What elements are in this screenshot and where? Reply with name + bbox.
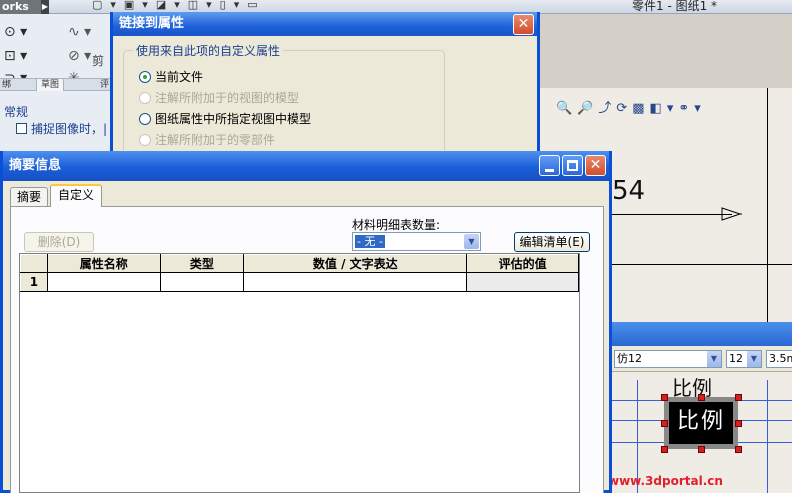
- row-number[interactable]: 1: [20, 272, 48, 292]
- link-to-property-dialog: 链接到属性 ✕ 使用来自此项的自定义属性 当前文件 注解所附加于的视图的模型 图…: [110, 12, 540, 172]
- quick-access-toolbar[interactable]: ▢▾▣▾◪▾◫▾▯▾▭: [92, 0, 266, 10]
- bom-quantity-select[interactable]: - 无 - ▼: [352, 232, 481, 251]
- radio-view-model[interactable]: 注解所附加于的视图的模型: [139, 89, 299, 106]
- radio-sheet-view-model[interactable]: 图纸属性中所指定视图中模型: [139, 110, 311, 127]
- bom-quantity-value: - 无 -: [355, 235, 385, 248]
- title-block-line: [612, 420, 664, 421]
- radio-label: 注解所附加于的视图的模型: [155, 91, 300, 105]
- font-size-select[interactable]: 12 ▼: [726, 350, 762, 368]
- command-manager-tabs: 绑 草图 评: [0, 78, 110, 91]
- formatting-toolbar: 仿12 ▼ 12 ▼ 3.5m: [612, 346, 792, 372]
- group-legend: 使用来自此项的自定义属性: [133, 42, 284, 59]
- circle-tool-icon[interactable]: ⊙ ▾: [4, 24, 27, 40]
- chevron-down-icon[interactable]: ▼: [707, 351, 721, 367]
- selection-handle[interactable]: [735, 394, 742, 401]
- font-size-value: 12: [729, 352, 743, 365]
- selection-handle[interactable]: [661, 420, 668, 427]
- selection-handle[interactable]: [698, 394, 705, 401]
- radio-current-file[interactable]: 当前文件: [139, 68, 203, 85]
- text-height-select[interactable]: 3.5m: [766, 350, 792, 368]
- chevron-down-icon[interactable]: ▼: [747, 351, 761, 367]
- radio-icon[interactable]: [139, 134, 151, 146]
- scale-note-selected[interactable]: 比例: [664, 397, 738, 449]
- radio-label: 图纸属性中所指定视图中模型: [155, 112, 312, 126]
- row-header-corner: [20, 254, 48, 273]
- selection-handle[interactable]: [661, 394, 668, 401]
- capture-image-checkbox[interactable]: 捕捉图像时，|: [16, 120, 107, 137]
- app-brand: orks: [0, 0, 42, 14]
- dimension-arrow-icon: [721, 207, 742, 221]
- radio-component[interactable]: 注解所附加于的零部件: [139, 131, 275, 148]
- title-block-line: [767, 380, 768, 493]
- tab-sketch[interactable]: 草图: [36, 79, 65, 91]
- summary-dialog-title: 摘要信息: [9, 158, 62, 173]
- close-icon[interactable]: ✕: [585, 155, 606, 176]
- edit-list-button[interactable]: 编辑清单(E): [514, 232, 590, 252]
- checkbox-box[interactable]: [16, 123, 27, 134]
- view-toolbar[interactable]: 🔍🔎⤴⟳▩◧▾⚭▾: [556, 97, 706, 116]
- capture-image-label: 捕捉图像时，: [31, 122, 104, 136]
- document-title: 零件1 - 图纸1 *: [632, 0, 718, 13]
- column-header-value[interactable]: 数值 / 文字表达: [243, 254, 468, 273]
- property-section-title: 常规: [4, 105, 29, 119]
- column-header-evaluated[interactable]: 评估的值: [466, 254, 579, 273]
- cell-value[interactable]: [243, 272, 468, 292]
- chevron-down-icon[interactable]: ▼: [464, 234, 479, 249]
- radio-icon[interactable]: [139, 92, 151, 104]
- selection-handle[interactable]: [661, 446, 668, 453]
- close-icon[interactable]: ✕: [513, 14, 534, 35]
- table-row[interactable]: 1: [20, 272, 579, 292]
- radio-label: 注解所附加于的零部件: [155, 133, 276, 147]
- tab-annotation[interactable]: 绑: [2, 79, 11, 91]
- radio-icon[interactable]: [139, 113, 151, 125]
- column-header-name[interactable]: 属性名称: [46, 254, 161, 273]
- grid-header-row: 属性名称 类型 数值 / 文字表达 评估的值: [20, 254, 579, 273]
- radio-label: 当前文件: [155, 70, 204, 84]
- font-name: 仿12: [617, 352, 642, 365]
- tab-evaluate[interactable]: 评: [100, 79, 109, 91]
- trim-tool-label[interactable]: 剪: [92, 52, 104, 69]
- cell-type[interactable]: [159, 272, 245, 292]
- delete-button[interactable]: 删除(D): [24, 232, 94, 252]
- title-block-line: [738, 420, 792, 421]
- link-dialog-titlebar[interactable]: 链接到属性 ✕: [113, 12, 537, 36]
- cell-property-name[interactable]: [46, 272, 161, 292]
- link-dialog-title: 链接到属性: [119, 16, 185, 31]
- rectangle-tool-icon[interactable]: ⊡ ▾: [4, 48, 27, 64]
- sheet-border-line: [767, 88, 768, 328]
- bom-quantity-label: 材料明细表数量:: [352, 218, 441, 232]
- brand-menu-arrow-icon[interactable]: ▶: [41, 0, 49, 14]
- text-height-value: 3.5m: [769, 352, 792, 365]
- custom-properties-grid[interactable]: 属性名称 类型 数值 / 文字表达 评估的值 1: [19, 253, 580, 493]
- ellipse-tool-icon[interactable]: ⊘ ▾: [68, 48, 91, 64]
- minimize-icon[interactable]: [539, 155, 560, 176]
- spline-tool-icon[interactable]: ∿ ▾: [68, 24, 91, 40]
- cell-evaluated-value: [466, 272, 579, 292]
- tab-custom[interactable]: 自定义: [50, 184, 102, 207]
- dimension-text[interactable]: 54: [612, 176, 645, 206]
- summary-dialog-titlebar[interactable]: 摘要信息 ✕: [3, 151, 609, 181]
- selection-handle[interactable]: [735, 420, 742, 427]
- maximize-icon[interactable]: [562, 155, 583, 176]
- formatting-toolbar-titlebar[interactable]: [612, 322, 792, 346]
- selection-handle[interactable]: [735, 446, 742, 453]
- capture-image-tail: |: [103, 122, 108, 136]
- tab-summary[interactable]: 摘要: [10, 187, 48, 207]
- font-select[interactable]: 仿12 ▼: [614, 350, 722, 368]
- radio-selected-icon[interactable]: [139, 71, 151, 83]
- dimension-line: [612, 214, 732, 215]
- selection-handle[interactable]: [698, 446, 705, 453]
- column-header-type[interactable]: 类型: [159, 254, 245, 273]
- drawing-line: [612, 264, 792, 265]
